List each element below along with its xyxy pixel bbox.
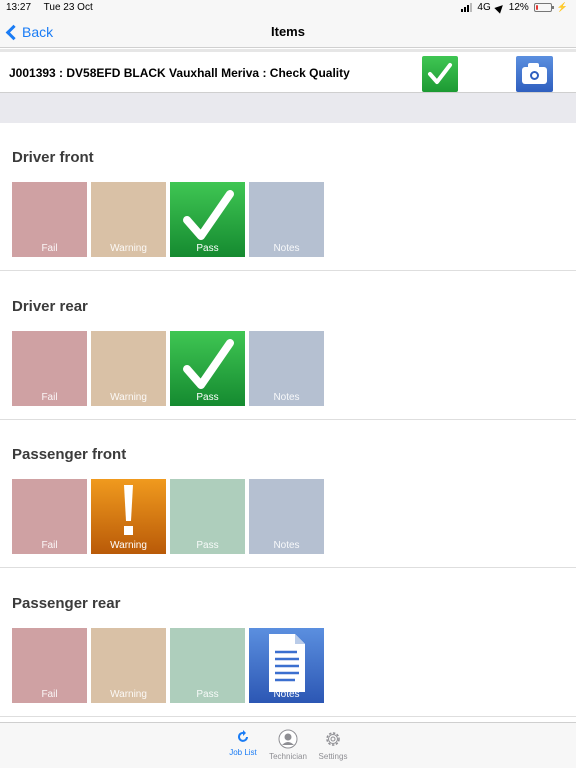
notes-label: Notes [273,243,300,254]
notes-button[interactable]: Notes [249,479,324,554]
warning-button[interactable]: Warning [91,331,166,406]
pass-button[interactable]: Pass [170,628,245,703]
warning-button[interactable]: Warning [91,628,166,703]
notes-label: Notes [273,392,300,403]
notes-button[interactable]: Notes [249,628,324,703]
navigation-bar: Back Items [0,16,576,48]
battery-icon [533,3,554,12]
pass-label: Pass [196,392,219,403]
inspection-section: Driver rear Fail Warning Pass Notes [0,272,576,420]
notes-button[interactable]: Notes [249,182,324,257]
inspection-section: Driver front Fail Warning Pass Notes [0,123,576,271]
tab-bar: Job List Technician Settings [0,722,576,768]
pass-button[interactable]: Pass [170,182,245,257]
fail-button[interactable]: Fail [12,331,87,406]
inspection-section: Passenger rear Fail Warning Pass Notes [0,569,576,717]
warning-label: Warning [110,243,147,254]
section-title: Driver rear [12,298,88,315]
tab-label: Settings [318,752,348,761]
pass-button[interactable]: Pass [170,331,245,406]
warning-button[interactable]: Warning [91,479,166,554]
fail-label: Fail [41,540,58,551]
inspection-section: Passenger front Fail Warning Pass Notes [0,420,576,568]
status-right: 4G 12% ⚡ [461,1,568,14]
pass-label: Pass [196,243,219,254]
job-header: J001393 : DV58EFD BLACK Vauxhall Meriva … [0,49,576,93]
network-type: 4G [477,2,491,13]
camera-lens-inner [532,73,537,78]
job-title: J001393 : DV58EFD BLACK Vauxhall Meriva … [9,66,350,80]
notes-label: Notes [273,540,300,551]
warning-label: Warning [110,540,147,551]
section-title: Passenger front [12,446,127,463]
section-spacer [0,93,576,123]
status-bar: 13:27 Tue 23 Oct 4G 12% ⚡ [0,0,576,16]
warning-label: Warning [110,689,147,700]
section-title: Passenger rear [12,595,121,612]
location-icon [494,1,506,14]
warning-button[interactable]: Warning [91,182,166,257]
battery-percent: 12% [508,2,529,13]
section-title: Driver front [12,149,94,166]
status-time: 13:27 [6,2,32,13]
page-title: Items [271,24,305,39]
warning-label: Warning [110,392,147,403]
checkmark-icon [428,63,452,84]
pass-label: Pass [196,540,219,551]
notes-label: Notes [273,689,300,700]
status-date: Tue 23 Oct [43,2,93,13]
gear-icon [326,732,340,746]
charging-icon: ⚡ [556,2,568,12]
signal-icon [461,3,473,12]
refresh-icon [238,730,248,742]
camera-button[interactable] [516,56,553,92]
fail-label: Fail [41,392,58,403]
fail-button[interactable]: Fail [12,182,87,257]
fail-button[interactable]: Fail [12,479,87,554]
fail-button[interactable]: Fail [12,628,87,703]
notes-button[interactable]: Notes [249,331,324,406]
status-left: 13:27 Tue 23 Oct [6,2,103,13]
person-icon [278,729,298,749]
pass-label: Pass [196,689,219,700]
battery-tip [551,6,554,9]
pass-button[interactable]: Pass [170,479,245,554]
complete-check-button[interactable] [422,56,458,92]
fail-label: Fail [41,243,58,254]
tab-settings[interactable]: Settings [303,729,363,761]
battery-fill [535,5,538,10]
fail-label: Fail [41,689,58,700]
